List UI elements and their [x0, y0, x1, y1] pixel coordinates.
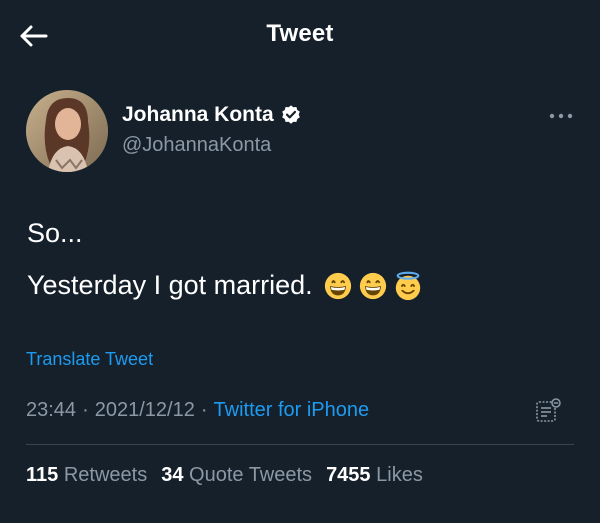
tweet-time[interactable]: 23:44	[26, 399, 76, 422]
avatar[interactable]	[26, 90, 108, 172]
translate-tweet-link[interactable]: Translate Tweet	[26, 349, 153, 370]
analytics-button[interactable]	[533, 397, 563, 423]
page-title: Tweet	[266, 20, 334, 47]
more-horizontal-icon	[549, 113, 573, 119]
author-name-text: Johanna Konta	[122, 103, 274, 126]
tweet-source-link[interactable]: Twitter for iPhone	[214, 399, 370, 422]
smiling-face-with-halo-emoji	[395, 271, 420, 300]
tweet-stats: 115 Retweets 34 Quote Tweets 7455 Likes	[26, 464, 423, 487]
profile-photo	[26, 90, 108, 172]
tweet-meta: 23:44 · 2021/12/12 · Twitter for iPhone	[26, 399, 369, 422]
verified-badge-icon	[281, 105, 300, 124]
quote-tweets-count: 34	[161, 464, 184, 486]
quote-tweets-stat[interactable]: 34 Quote Tweets	[161, 464, 312, 487]
retweets-label: Retweets	[63, 464, 148, 486]
retweets-count: 115	[26, 464, 59, 486]
header-bar: Tweet	[0, 0, 600, 72]
likes-stat[interactable]: 7455 Likes	[326, 464, 423, 487]
grinning-face-emoji	[359, 272, 386, 299]
likes-count: 7455	[326, 464, 371, 486]
meta-separator: ·	[200, 399, 208, 421]
more-options-button[interactable]	[545, 106, 577, 126]
tweet-text-line-2: Yesterday I got married.	[27, 270, 423, 301]
quote-tweets-label: Quote Tweets	[189, 464, 313, 486]
divider	[26, 444, 574, 445]
grinning-face-emoji	[324, 272, 351, 299]
tweet-date[interactable]: 2021/12/12	[95, 399, 195, 422]
author-handle[interactable]: @JohannaKonta	[122, 134, 271, 157]
tweet-text-line-1: So...	[27, 218, 83, 248]
meta-separator: ·	[82, 399, 89, 421]
likes-label: Likes	[376, 464, 423, 486]
tweet-text: Yesterday I got married.	[27, 270, 313, 300]
analytics-icon	[536, 398, 561, 422]
retweets-stat[interactable]: 115 Retweets	[26, 464, 147, 487]
author-name[interactable]: Johanna Konta	[122, 103, 302, 127]
